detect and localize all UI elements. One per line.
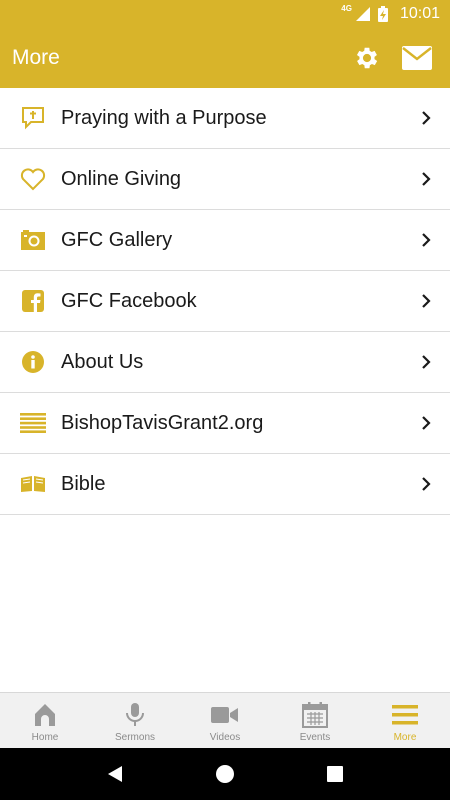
chevron-right-icon xyxy=(420,171,432,187)
tab-label: More xyxy=(393,732,417,743)
tab-label: Events xyxy=(299,732,331,743)
chevron-right-icon xyxy=(420,354,432,370)
menu-item-gfc-gallery[interactable]: GFC Gallery xyxy=(0,210,450,271)
app-bar: More xyxy=(0,28,450,88)
hamburger-icon xyxy=(391,701,419,729)
video-camera-icon xyxy=(211,701,239,729)
lines-icon xyxy=(20,410,46,436)
recents-square-icon xyxy=(327,766,343,782)
signal-icon xyxy=(355,7,370,21)
tab-events[interactable]: Events xyxy=(270,693,360,748)
menu-item-bible[interactable]: Bible xyxy=(0,454,450,515)
menu-item-online-giving[interactable]: Online Giving xyxy=(0,149,450,210)
menu-item-label: GFC Gallery xyxy=(61,228,173,251)
bottom-tab-bar: Home Sermons Videos Events More xyxy=(0,692,450,748)
chevron-right-icon xyxy=(420,415,432,431)
camera-icon xyxy=(20,227,46,253)
tab-label: Sermons xyxy=(114,732,155,743)
recents-button[interactable] xyxy=(321,760,349,788)
menu-item-label: Praying with a Purpose xyxy=(61,106,267,129)
status-time: 10:01 xyxy=(399,5,440,22)
system-navigation-bar xyxy=(0,748,450,800)
info-icon xyxy=(20,349,46,375)
tab-sermons[interactable]: Sermons xyxy=(90,693,180,748)
menu-item-about-us[interactable]: About Us xyxy=(0,332,450,393)
open-book-icon xyxy=(20,471,46,497)
chevron-right-icon xyxy=(420,110,432,126)
mail-button[interactable] xyxy=(402,43,432,73)
settings-button[interactable] xyxy=(352,43,382,73)
gear-icon xyxy=(356,47,378,69)
calendar-icon xyxy=(301,701,329,729)
battery-charging-icon xyxy=(377,6,388,22)
microphone-icon xyxy=(121,701,149,729)
menu-item-label: Bible xyxy=(61,472,106,495)
chevron-right-icon xyxy=(420,476,432,492)
tab-label: Videos xyxy=(209,732,241,743)
menu-item-bishoptavisgrant2-org[interactable]: BishopTavisGrant2.org xyxy=(0,393,450,454)
menu-item-label: GFC Facebook xyxy=(61,289,197,312)
prayer-chat-icon xyxy=(20,105,46,131)
home-button[interactable] xyxy=(211,760,239,788)
chevron-right-icon xyxy=(420,293,432,309)
chevron-right-icon xyxy=(420,232,432,248)
network-type: 4G xyxy=(341,4,352,13)
tab-home[interactable]: Home xyxy=(0,693,90,748)
home-circle-icon xyxy=(216,765,234,783)
tab-more[interactable]: More xyxy=(360,693,450,748)
menu-item-label: Online Giving xyxy=(61,167,182,190)
menu-item-label: BishopTavisGrant2.org xyxy=(61,411,264,434)
page-title: More xyxy=(12,46,60,69)
menu-item-praying-with-a-purpose[interactable]: Praying with a Purpose xyxy=(0,88,450,149)
tab-videos[interactable]: Videos xyxy=(180,693,270,748)
facebook-icon xyxy=(20,288,46,314)
church-icon xyxy=(31,701,59,729)
back-button[interactable] xyxy=(101,760,129,788)
envelope-icon xyxy=(402,46,432,70)
status-bar: 4G 10:01 xyxy=(0,0,450,28)
menu-item-gfc-facebook[interactable]: GFC Facebook xyxy=(0,271,450,332)
back-triangle-icon xyxy=(108,766,122,782)
more-menu-list: Praying with a Purpose Online Giving GFC… xyxy=(0,88,450,515)
tab-label: Home xyxy=(31,732,59,743)
heart-icon xyxy=(20,166,46,192)
menu-item-label: About Us xyxy=(61,350,144,373)
